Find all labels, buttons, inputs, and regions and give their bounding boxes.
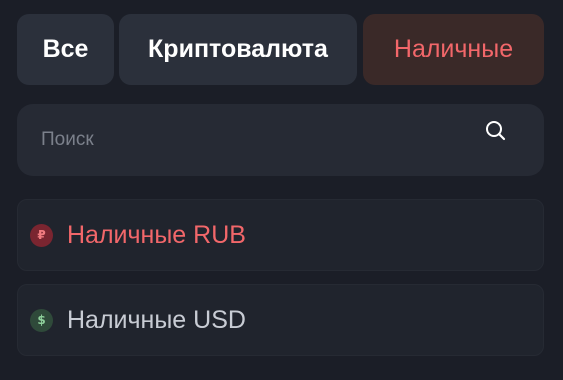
payment-method-panel: Все Криптовалюта Наличные ₽ Наличные RUB… bbox=[0, 0, 563, 380]
tab-crypto[interactable]: Криптовалюта bbox=[119, 14, 357, 85]
search-box bbox=[17, 104, 544, 176]
tab-all[interactable]: Все bbox=[17, 14, 114, 85]
dollar-icon: $ bbox=[30, 308, 53, 332]
ruble-icon: ₽ bbox=[30, 223, 53, 247]
currency-item-label: Наличные USD bbox=[67, 305, 246, 334]
tab-cash[interactable]: Наличные bbox=[363, 14, 544, 85]
search-input[interactable] bbox=[17, 104, 477, 176]
search-icon[interactable] bbox=[484, 119, 508, 143]
currency-item-label: Наличные RUB bbox=[67, 220, 246, 249]
currency-item-rub[interactable]: ₽ Наличные RUB bbox=[17, 199, 544, 271]
currency-item-usd[interactable]: $ Наличные USD bbox=[17, 284, 544, 356]
